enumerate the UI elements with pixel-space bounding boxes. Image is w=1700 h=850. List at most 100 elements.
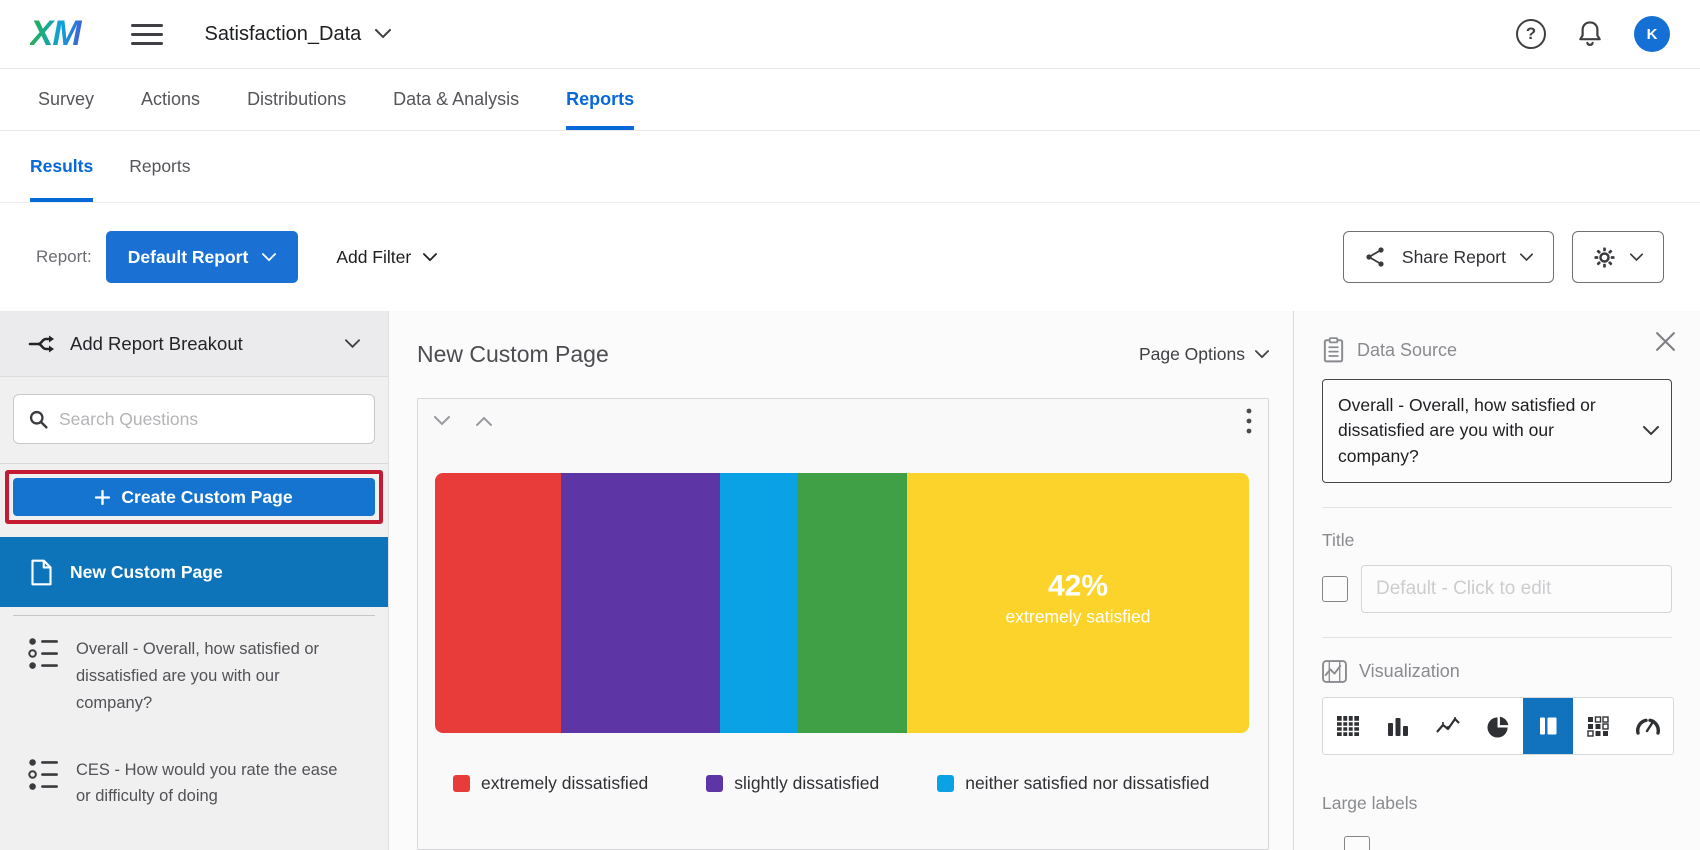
add-report-breakout-button[interactable]: Add Report Breakout bbox=[0, 311, 388, 377]
project-selector[interactable]: Satisfaction_Data bbox=[205, 23, 392, 46]
clipboard-icon bbox=[1322, 337, 1345, 363]
move-widget-down-button[interactable] bbox=[434, 416, 450, 426]
settings-panel: Data Source Overall - Overall, how satis… bbox=[1293, 311, 1700, 850]
page-document-icon bbox=[30, 559, 53, 586]
project-name: Satisfaction_Data bbox=[205, 23, 362, 46]
tab-data-analysis[interactable]: Data & Analysis bbox=[393, 69, 519, 130]
page-options-button[interactable]: Page Options bbox=[1139, 344, 1269, 365]
subtab-results[interactable]: Results bbox=[30, 131, 93, 202]
report-toolbar: Report: Default Report Add Filter Share … bbox=[0, 203, 1700, 311]
pie-chart-icon bbox=[1487, 715, 1510, 738]
breakdown-grid-viz-button[interactable] bbox=[1573, 698, 1623, 754]
chart-frame-icon bbox=[1322, 660, 1347, 683]
visualization-label: Visualization bbox=[1359, 661, 1460, 682]
chevron-down-icon bbox=[1643, 426, 1659, 436]
question-text: Overall - Overall, how satisfied or diss… bbox=[76, 636, 352, 716]
sidebar-item-new-custom-page[interactable]: New Custom Page bbox=[0, 537, 388, 606]
horizontal-bar-icon bbox=[1536, 715, 1560, 737]
horizontal-bar-viz-button[interactable] bbox=[1523, 698, 1573, 754]
report-sidebar: Add Report Breakout Create Custom Page bbox=[0, 311, 389, 850]
share-report-button[interactable]: Share Report bbox=[1343, 231, 1554, 283]
title-input[interactable] bbox=[1361, 565, 1672, 613]
data-source-select[interactable]: Overall - Overall, how satisfied or diss… bbox=[1322, 379, 1672, 483]
legend-swatch bbox=[937, 775, 954, 792]
legend-swatch bbox=[706, 775, 723, 792]
chevron-down-icon bbox=[262, 253, 276, 262]
legend-label: extremely dissatisfied bbox=[481, 773, 648, 794]
page-title: New Custom Page bbox=[417, 341, 609, 368]
chevron-down-icon bbox=[434, 416, 450, 426]
search-questions-input[interactable] bbox=[59, 409, 360, 430]
report-label: Report: bbox=[36, 247, 92, 267]
bar-segment-neither-satisfied-nor-dissatisfied[interactable] bbox=[720, 473, 797, 733]
create-custom-page-button[interactable]: Create Custom Page bbox=[13, 478, 375, 516]
add-filter-button[interactable]: Add Filter bbox=[336, 247, 437, 268]
tab-reports[interactable]: Reports bbox=[566, 69, 634, 130]
divider bbox=[1322, 637, 1672, 638]
legend-label: slightly dissatisfied bbox=[734, 773, 879, 794]
breakout-split-icon bbox=[28, 332, 56, 356]
visualization-header: Visualization bbox=[1322, 660, 1672, 683]
user-avatar[interactable]: K bbox=[1634, 16, 1670, 52]
help-icon[interactable]: ? bbox=[1516, 19, 1546, 49]
sidebar-question-item[interactable]: CES - How would you rate the ease or dif… bbox=[28, 757, 360, 810]
chart-legend: extremely dissatisfied slightly dissatisf… bbox=[435, 773, 1249, 794]
report-settings-button[interactable] bbox=[1572, 231, 1664, 283]
sidebar-item-label: New Custom Page bbox=[70, 562, 223, 583]
tab-survey[interactable]: Survey bbox=[38, 69, 94, 130]
bar-chart-icon bbox=[1386, 715, 1410, 737]
sidebar-question-item[interactable]: Overall - Overall, how satisfied or diss… bbox=[28, 636, 360, 716]
chevron-up-icon bbox=[476, 416, 492, 426]
bar-chart-viz-button[interactable] bbox=[1373, 698, 1423, 754]
bar-segment-extremely-dissatisfied[interactable] bbox=[435, 473, 561, 733]
tab-actions[interactable]: Actions bbox=[141, 69, 200, 130]
data-source-header: Data Source bbox=[1322, 337, 1672, 363]
xm-logo: XM bbox=[30, 14, 87, 54]
question-list: Overall - Overall, how satisfied or diss… bbox=[0, 615, 388, 850]
subtab-reports[interactable]: Reports bbox=[129, 131, 190, 202]
bar-segment[interactable] bbox=[797, 473, 907, 733]
bar-segment-slightly-dissatisfied[interactable] bbox=[561, 473, 720, 733]
pie-chart-viz-button[interactable] bbox=[1473, 698, 1523, 754]
divider bbox=[1322, 507, 1672, 508]
chevron-down-icon bbox=[345, 339, 360, 349]
share-icon bbox=[1364, 245, 1388, 269]
create-custom-page-highlight: Create Custom Page bbox=[5, 470, 383, 524]
legend-item: extremely dissatisfied bbox=[453, 773, 648, 794]
chevron-down-icon bbox=[423, 253, 437, 262]
line-chart-viz-button[interactable] bbox=[1423, 698, 1473, 754]
large-labels-checkbox[interactable] bbox=[1344, 836, 1370, 850]
chart-data-label: 42%extremely satisfied bbox=[1006, 569, 1151, 627]
search-section bbox=[0, 377, 388, 464]
table-viz-button[interactable] bbox=[1323, 698, 1373, 754]
visualization-type-toolbar bbox=[1322, 697, 1674, 755]
move-widget-up-button[interactable] bbox=[476, 416, 492, 426]
widget-menu-kebab-icon[interactable] bbox=[1246, 408, 1252, 434]
hamburger-menu-icon[interactable] bbox=[131, 18, 163, 51]
large-labels-label: Large labels bbox=[1322, 793, 1672, 814]
data-source-value: Overall - Overall, how satisfied or diss… bbox=[1338, 393, 1631, 469]
chevron-down-icon bbox=[375, 29, 391, 39]
gauge-icon bbox=[1635, 715, 1661, 737]
stacked-bar-chart[interactable]: 42%extremely satisfied bbox=[435, 473, 1249, 733]
breakdown-grid-icon bbox=[1586, 715, 1610, 737]
multiple-choice-question-icon bbox=[28, 636, 59, 671]
gauge-viz-button[interactable] bbox=[1623, 698, 1673, 754]
search-icon bbox=[28, 409, 49, 430]
bar-segment-extremely-satisfied[interactable]: 42%extremely satisfied bbox=[907, 473, 1249, 733]
title-checkbox[interactable] bbox=[1322, 576, 1348, 602]
visualization-card: 42%extremely satisfied extremely dissati… bbox=[417, 398, 1269, 850]
notifications-bell-icon[interactable] bbox=[1576, 19, 1604, 49]
close-panel-icon[interactable] bbox=[1655, 331, 1676, 352]
search-questions-box[interactable] bbox=[13, 394, 375, 444]
top-bar: XM Satisfaction_Data ? K bbox=[0, 0, 1700, 69]
secondary-nav-tabs: Results Reports bbox=[0, 131, 1700, 203]
question-text: CES - How would you rate the ease or dif… bbox=[76, 757, 352, 810]
tab-distributions[interactable]: Distributions bbox=[247, 69, 346, 130]
legend-item: neither satisfied nor dissatisfied bbox=[937, 773, 1209, 794]
add-report-breakout-label: Add Report Breakout bbox=[70, 333, 243, 355]
report-selector-button[interactable]: Default Report bbox=[106, 231, 299, 283]
legend-item: slightly dissatisfied bbox=[706, 773, 879, 794]
title-section-label: Title bbox=[1322, 530, 1672, 551]
line-chart-icon bbox=[1435, 715, 1461, 737]
